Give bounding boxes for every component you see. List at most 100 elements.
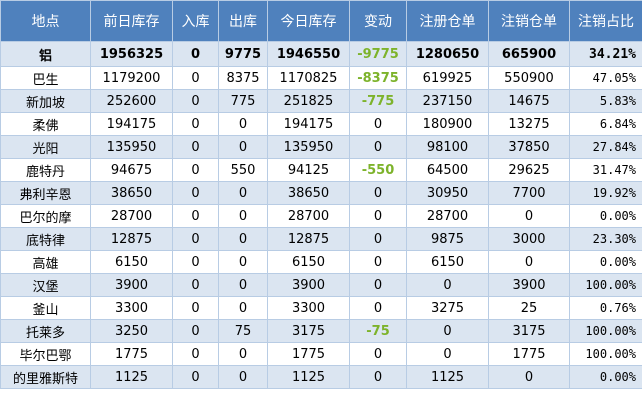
- cell-prev-stock: 3300: [90, 296, 173, 320]
- cell-cancelled: 25: [488, 296, 570, 320]
- header-today-stock: 今日库存: [267, 0, 350, 42]
- header-cancelled: 注销仓单: [488, 0, 570, 42]
- cell-prev-stock: 3900: [90, 273, 173, 297]
- table-row: 高雄 6150 0 0 6150 0 6150 0 0.00%: [0, 250, 642, 274]
- cell-today-stock: 1125: [267, 365, 350, 389]
- cell-in: 0: [172, 273, 219, 297]
- cell-cancel-ratio: 31.47%: [569, 158, 642, 182]
- cell-location: 汉堡: [0, 273, 91, 297]
- cell-prev-stock: 1179200: [90, 66, 173, 90]
- cell-out: 0: [218, 273, 268, 297]
- cell-cancel-ratio: 0.00%: [569, 204, 642, 228]
- cell-change: 0: [349, 250, 407, 274]
- cell-location: 巴尔的摩: [0, 204, 91, 228]
- cell-location: 釜山: [0, 296, 91, 320]
- total-registered: 1280650: [406, 41, 489, 67]
- cell-change: -775: [349, 89, 407, 113]
- cell-cancel-ratio: 27.84%: [569, 135, 642, 159]
- cell-prev-stock: 3250: [90, 319, 173, 343]
- cell-in: 0: [172, 158, 219, 182]
- cell-cancelled: 37850: [488, 135, 570, 159]
- header-out: 出库: [218, 0, 268, 42]
- cell-location: 毕尔巴鄂: [0, 342, 91, 366]
- cell-cancelled: 0: [488, 204, 570, 228]
- cell-cancel-ratio: 47.05%: [569, 66, 642, 90]
- header-prev-stock: 前日库存: [90, 0, 173, 42]
- cell-today-stock: 28700: [267, 204, 350, 228]
- cell-today-stock: 6150: [267, 250, 350, 274]
- cell-registered: 9875: [406, 227, 489, 251]
- cell-cancel-ratio: 0.76%: [569, 296, 642, 320]
- cell-cancel-ratio: 0.00%: [569, 250, 642, 274]
- cell-change: 0: [349, 227, 407, 251]
- cell-cancel-ratio: 100.00%: [569, 273, 642, 297]
- cell-location: 底特律: [0, 227, 91, 251]
- total-today: 1946550: [267, 41, 350, 67]
- cell-registered: 98100: [406, 135, 489, 159]
- header-registered: 注册仓单: [406, 0, 489, 42]
- cell-cancelled: 29625: [488, 158, 570, 182]
- cell-prev-stock: 1125: [90, 365, 173, 389]
- cell-prev-stock: 252600: [90, 89, 173, 113]
- cell-today-stock: 38650: [267, 181, 350, 205]
- cell-cancelled: 3175: [488, 319, 570, 343]
- cell-cancel-ratio: 6.84%: [569, 112, 642, 136]
- table-row: 毕尔巴鄂 1775 0 0 1775 0 0 1775 100.00%: [0, 342, 642, 366]
- cell-out: 0: [218, 342, 268, 366]
- table-row: 柔佛 194175 0 0 194175 0 180900 13275 6.84%: [0, 112, 642, 136]
- cell-in: 0: [172, 365, 219, 389]
- cell-out: 75: [218, 319, 268, 343]
- cell-out: 0: [218, 250, 268, 274]
- header-change: 变动: [349, 0, 407, 42]
- cell-location: 鹿特丹: [0, 158, 91, 182]
- cell-cancel-ratio: 100.00%: [569, 319, 642, 343]
- cell-change: 0: [349, 273, 407, 297]
- header-in: 入库: [172, 0, 219, 42]
- cell-location: 新加坡: [0, 89, 91, 113]
- cell-today-stock: 135950: [267, 135, 350, 159]
- table-row: 汉堡 3900 0 0 3900 0 0 3900 100.00%: [0, 273, 642, 297]
- total-in: 0: [172, 41, 219, 67]
- cell-cancel-ratio: 0.00%: [569, 365, 642, 389]
- cell-location: 光阳: [0, 135, 91, 159]
- cell-out: 0: [218, 135, 268, 159]
- cell-registered: 28700: [406, 204, 489, 228]
- cell-out: 0: [218, 181, 268, 205]
- cell-registered: 0: [406, 319, 489, 343]
- cell-cancelled: 1775: [488, 342, 570, 366]
- cell-prev-stock: 6150: [90, 250, 173, 274]
- cell-today-stock: 251825: [267, 89, 350, 113]
- cell-today-stock: 12875: [267, 227, 350, 251]
- cell-registered: 3275: [406, 296, 489, 320]
- cell-today-stock: 3300: [267, 296, 350, 320]
- cell-out: 550: [218, 158, 268, 182]
- cell-in: 0: [172, 319, 219, 343]
- cell-change: -550: [349, 158, 407, 182]
- cell-cancelled: 3000: [488, 227, 570, 251]
- cell-today-stock: 94125: [267, 158, 350, 182]
- cell-cancel-ratio: 100.00%: [569, 342, 642, 366]
- cell-cancelled: 3900: [488, 273, 570, 297]
- cell-prev-stock: 28700: [90, 204, 173, 228]
- cell-registered: 30950: [406, 181, 489, 205]
- cell-registered: 180900: [406, 112, 489, 136]
- cell-cancelled: 0: [488, 365, 570, 389]
- cell-cancel-ratio: 19.92%: [569, 181, 642, 205]
- cell-today-stock: 3175: [267, 319, 350, 343]
- table-row: 新加坡 252600 0 775 251825 -775 237150 14675 5.83%: [0, 89, 642, 113]
- cell-cancelled: 550900: [488, 66, 570, 90]
- cell-cancel-ratio: 5.83%: [569, 89, 642, 113]
- cell-in: 0: [172, 66, 219, 90]
- cell-change: -75: [349, 319, 407, 343]
- warehouse-stock-table: 地点 前日库存 入库 出库 今日库存 变动 注册仓单 注销仓单 注销占比 铝 1…: [0, 0, 642, 389]
- cell-location: 弗利辛恩: [0, 181, 91, 205]
- cell-in: 0: [172, 181, 219, 205]
- header-row: 地点 前日库存 入库 出库 今日库存 变动 注册仓单 注销仓单 注销占比: [0, 0, 642, 42]
- cell-today-stock: 1775: [267, 342, 350, 366]
- cell-in: 0: [172, 135, 219, 159]
- total-row: 铝 1956325 0 9775 1946550 -9775 1280650 6…: [0, 41, 642, 67]
- cell-prev-stock: 94675: [90, 158, 173, 182]
- cell-cancel-ratio: 23.30%: [569, 227, 642, 251]
- cell-in: 0: [172, 296, 219, 320]
- cell-location: 巴生: [0, 66, 91, 90]
